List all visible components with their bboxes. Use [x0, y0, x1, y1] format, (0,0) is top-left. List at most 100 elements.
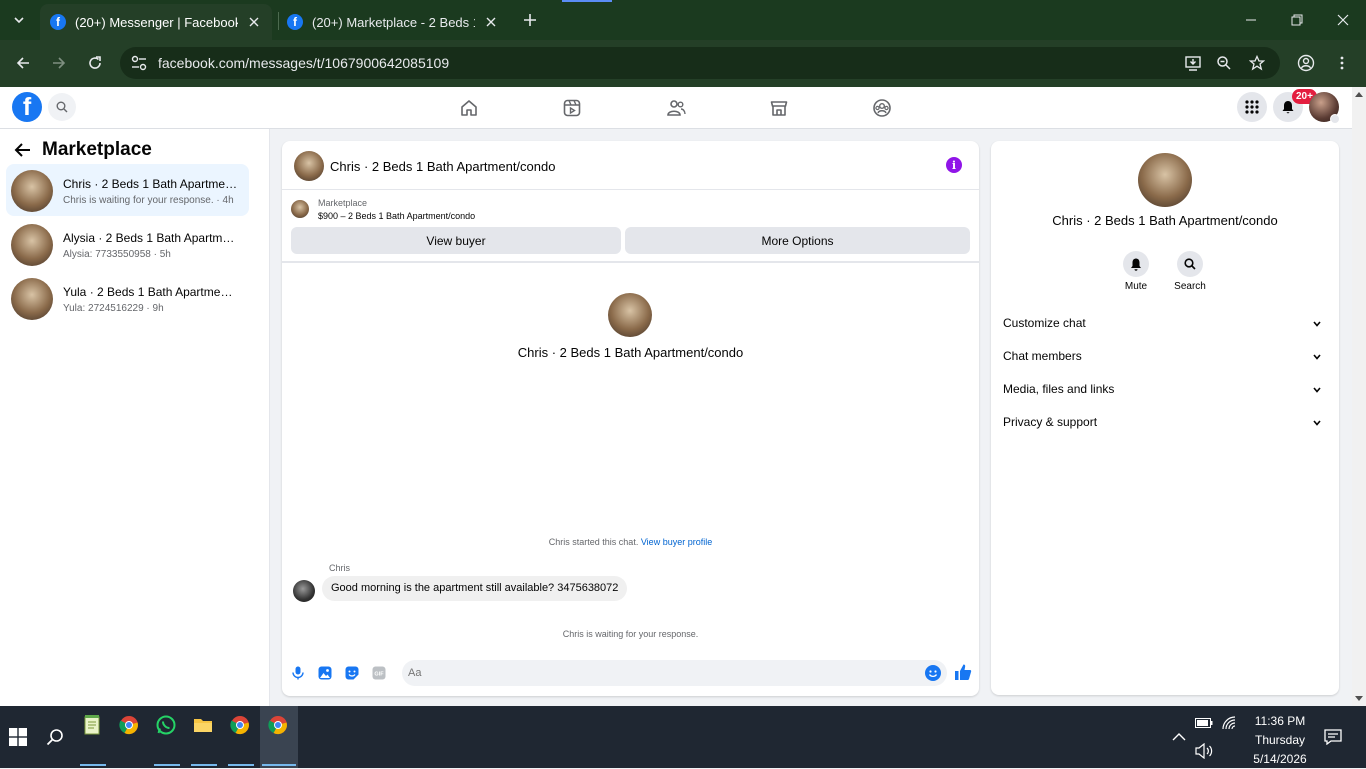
network-icon[interactable]: [1218, 712, 1240, 734]
microphone-icon[interactable]: [290, 665, 306, 681]
tab-search-icon[interactable]: [7, 8, 31, 32]
chevron-down-icon: [1313, 387, 1321, 393]
chevron-down-icon: [1313, 420, 1321, 426]
info-icon[interactable]: i: [946, 157, 962, 173]
conversation-item[interactable]: Yula · 2 Beds 1 Bath Apartment/... Yula:…: [6, 272, 249, 324]
tab-title: (20+) Messenger | Facebook: [75, 14, 238, 30]
waiting-notice: Chris is waiting for your response.: [562, 629, 699, 639]
message-input[interactable]: [408, 660, 908, 686]
running-indicator: [154, 764, 180, 766]
listing-thumbnail[interactable]: [291, 200, 309, 218]
profile-icon[interactable]: [1294, 51, 1318, 75]
emoji-icon[interactable]: [925, 665, 941, 681]
message-sender: Chris: [329, 563, 351, 573]
message-composer[interactable]: [402, 660, 947, 686]
video-icon[interactable]: [560, 96, 584, 120]
conversation-item[interactable]: Chris · 2 Beds 1 Bath Apartment... Chris…: [6, 164, 249, 216]
running-indicator: [228, 764, 254, 766]
listing-thumbnail: [11, 170, 53, 212]
conversation-name: Alysia · 2 Beds 1 Bath Apartmen...: [63, 231, 239, 245]
sender-avatar[interactable]: [293, 580, 315, 602]
mute-label: Mute: [1124, 281, 1148, 292]
windows-taskbar: 11:36 PM Thursday 5/14/2026: [0, 706, 1366, 768]
chrome-profile-icon[interactable]: [267, 714, 289, 736]
close-tab-icon[interactable]: [483, 14, 499, 30]
chrome-icon[interactable]: [118, 714, 140, 736]
chat-profile-avatar: [608, 293, 652, 337]
chevron-up-icon[interactable]: [1168, 726, 1190, 748]
install-app-icon[interactable]: [1181, 51, 1205, 75]
running-indicator: [80, 764, 106, 766]
groups-icon[interactable]: [870, 96, 894, 120]
restore-icon[interactable]: [1274, 0, 1320, 40]
volume-icon[interactable]: [1193, 740, 1215, 762]
close-window-icon[interactable]: [1320, 0, 1366, 40]
clock-date: 5/14/2026: [1253, 752, 1307, 766]
whatsapp-icon[interactable]: [155, 714, 177, 736]
chrome-icon[interactable]: [229, 714, 251, 736]
search-icon[interactable]: [44, 726, 66, 748]
chat-details-panel: Chris · 2 Beds 1 Bath Apartment/condo Mu…: [991, 141, 1339, 695]
browser-menu-icon[interactable]: [1330, 51, 1354, 75]
marketplace-icon[interactable]: [767, 96, 791, 120]
site-settings-icon[interactable]: [130, 54, 148, 72]
forward-arrow-icon[interactable]: [47, 51, 71, 75]
bell-icon[interactable]: [1123, 251, 1149, 277]
listing-thumbnail: [11, 224, 53, 266]
facebook-logo-icon[interactable]: f: [12, 92, 42, 122]
chat-members-section[interactable]: Chat members: [1003, 349, 1327, 371]
facebook-favicon-icon: f: [287, 14, 303, 30]
notification-center-icon[interactable]: [1322, 726, 1344, 748]
chat-title[interactable]: Chris · 2 Beds 1 Bath Apartment/condo: [330, 159, 555, 174]
back-arrow-icon[interactable]: [11, 51, 35, 75]
menu-grid-icon[interactable]: [1237, 92, 1267, 122]
view-buyer-profile-link[interactable]: View buyer profile: [641, 537, 712, 547]
conversation-name: Yula · 2 Beds 1 Bath Apartment/...: [63, 285, 239, 299]
chat-panel: Chris · 2 Beds 1 Bath Apartment/condo i …: [282, 141, 979, 696]
tab-marketplace[interactable]: f (20+) Marketplace - 2 Beds 1 Ba: [277, 4, 509, 40]
windows-start-icon[interactable]: [7, 726, 29, 748]
started-text: Chris started this chat.: [548, 537, 639, 547]
listing-thumbnail: [11, 278, 53, 320]
reload-icon[interactable]: [83, 51, 107, 75]
new-tab-icon[interactable]: [518, 10, 542, 30]
search-label: Search: [1174, 281, 1206, 292]
gif-icon[interactable]: GIF: [371, 665, 387, 681]
privacy-support-section[interactable]: Privacy & support: [1003, 415, 1327, 437]
url-text: facebook.com/messages/t/1067900642085109: [158, 55, 450, 71]
tab-messenger[interactable]: f (20+) Messenger | Facebook: [40, 4, 272, 40]
page-scrollbar[interactable]: [1352, 87, 1366, 706]
search-icon[interactable]: [48, 93, 76, 121]
view-buyer-button[interactable]: View buyer: [291, 227, 621, 254]
chevron-down-icon: [1313, 354, 1321, 360]
sticker-icon[interactable]: [344, 665, 360, 681]
browser-tab-bar: f (20+) Messenger | Facebook f (20+) Mar…: [0, 0, 1366, 40]
battery-icon[interactable]: [1193, 712, 1215, 734]
listing-price-title[interactable]: $900 – 2 Beds 1 Bath Apartment/condo: [318, 211, 475, 221]
message-bubble[interactable]: Good morning is the apartment still avai…: [322, 576, 628, 601]
chat-started-notice: Chris started this chat. View buyer prof…: [282, 537, 979, 547]
search-icon[interactable]: [1177, 251, 1203, 277]
friends-icon[interactable]: [664, 96, 688, 120]
back-arrow-icon[interactable]: [14, 142, 32, 158]
file-explorer-icon[interactable]: [192, 714, 214, 736]
thumbs-up-icon[interactable]: [954, 663, 972, 681]
minimize-icon[interactable]: [1228, 0, 1274, 40]
address-bar[interactable]: facebook.com/messages/t/1067900642085109: [120, 47, 1280, 79]
photo-icon[interactable]: [317, 665, 333, 681]
conversation-preview: Chris is waiting for your response. · 4h: [63, 195, 234, 206]
bookmark-star-icon[interactable]: [1245, 51, 1269, 75]
zoom-icon[interactable]: [1212, 51, 1236, 75]
customize-chat-section[interactable]: Customize chat: [1003, 316, 1327, 338]
close-tab-icon[interactable]: [246, 14, 262, 30]
conversation-item[interactable]: Alysia · 2 Beds 1 Bath Apartmen... Alysi…: [6, 218, 249, 270]
chevron-down-icon[interactable]: [1330, 114, 1340, 124]
notepad-icon[interactable]: [81, 714, 103, 736]
conversation-name: Chris · 2 Beds 1 Bath Apartment...: [63, 177, 239, 191]
media-files-links-section[interactable]: Media, files and links: [1003, 382, 1327, 404]
clock-day: Thursday: [1254, 733, 1306, 747]
system-clock[interactable]: 11:36 PM Thursday 5/14/2026: [1240, 712, 1320, 769]
more-options-button[interactable]: More Options: [625, 227, 970, 254]
chat-avatar[interactable]: [294, 151, 324, 181]
home-icon[interactable]: [457, 96, 481, 120]
